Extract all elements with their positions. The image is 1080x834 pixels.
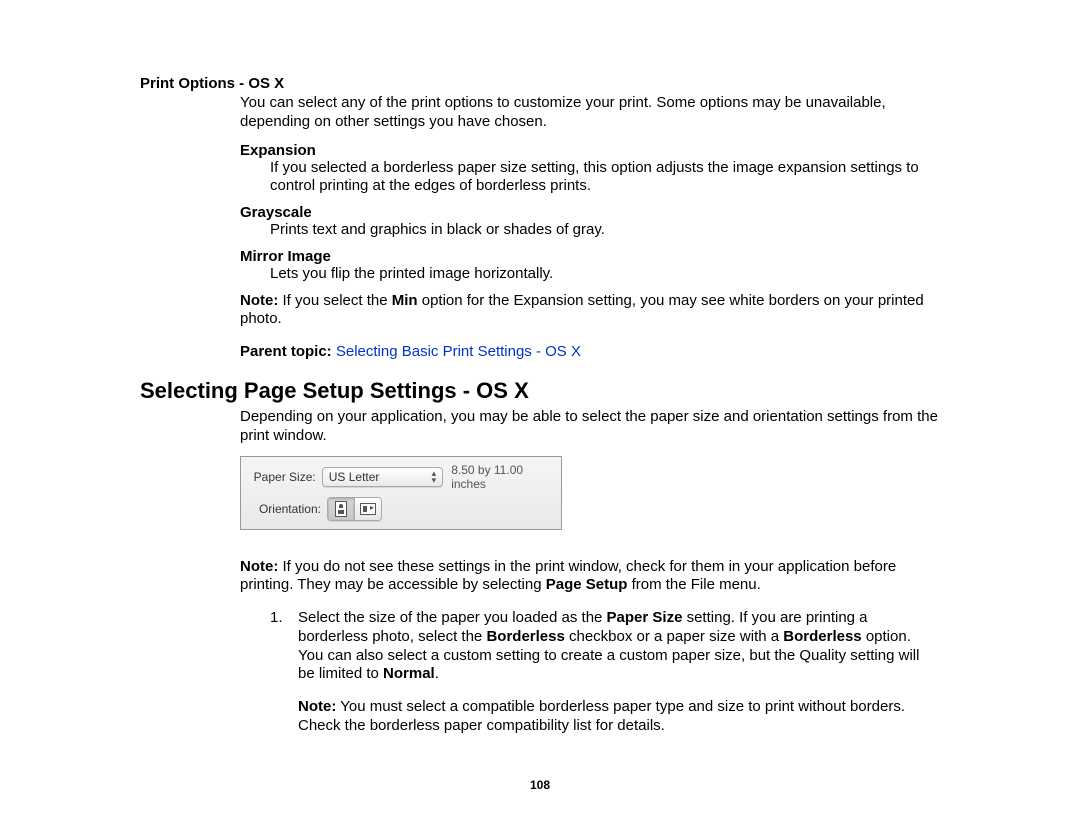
step-1-number: 1. bbox=[270, 609, 298, 684]
paper-size-value: US Letter bbox=[329, 470, 432, 484]
stepper-arrows-icon: ▴▾ bbox=[432, 470, 437, 484]
step1-b4: Normal bbox=[383, 665, 435, 682]
parent-topic: Parent topic: Selecting Basic Print Sett… bbox=[240, 343, 940, 360]
page-number: 108 bbox=[0, 778, 1080, 792]
note-bold-min: Min bbox=[392, 292, 418, 309]
option-title-grayscale: Grayscale bbox=[240, 204, 940, 221]
portrait-icon bbox=[335, 501, 347, 517]
step1-b3: Borderless bbox=[783, 628, 861, 645]
option-title-mirror: Mirror Image bbox=[240, 248, 940, 265]
intro-text: You can select any of the print options … bbox=[240, 94, 940, 132]
note-text-pre: If you select the bbox=[278, 292, 391, 309]
note-page-setup: Note: If you do not see these settings i… bbox=[240, 558, 940, 596]
landscape-icon bbox=[360, 503, 376, 515]
step1-b1: Paper Size bbox=[607, 609, 683, 626]
orientation-portrait-button[interactable] bbox=[328, 498, 355, 520]
step1-note-text: You must select a compatible borderless … bbox=[298, 698, 905, 734]
orientation-label: Orientation: bbox=[249, 502, 327, 516]
paper-dimensions: 8.50 by 11.00 inches bbox=[451, 463, 553, 491]
page-setup-figure: Paper Size: US Letter ▴▾ 8.50 by 11.00 i… bbox=[240, 456, 562, 530]
option-desc-expansion: If you selected a borderless paper size … bbox=[270, 159, 940, 197]
document-page: Print Options - OS X You can select any … bbox=[0, 0, 1080, 834]
step1-t1: Select the size of the paper you loaded … bbox=[298, 609, 607, 626]
page-setup-intro: Depending on your application, you may b… bbox=[240, 408, 940, 446]
step-1-body: Select the size of the paper you loaded … bbox=[298, 609, 940, 684]
step-1-note: Note: You must select a compatible borde… bbox=[298, 698, 940, 736]
heading-page-setup: Selecting Page Setup Settings - OS X bbox=[140, 378, 940, 404]
note2-bold: Page Setup bbox=[546, 576, 628, 593]
note-label-2: Note: bbox=[240, 558, 278, 575]
step1-b2: Borderless bbox=[486, 628, 564, 645]
orientation-landscape-button[interactable] bbox=[355, 498, 381, 520]
note-expansion-min: Note: If you select the Min option for t… bbox=[240, 292, 940, 330]
parent-topic-link[interactable]: Selecting Basic Print Settings - OS X bbox=[336, 343, 581, 360]
option-desc-mirror: Lets you flip the printed image horizont… bbox=[270, 265, 940, 284]
paper-size-dropdown[interactable]: US Letter ▴▾ bbox=[322, 467, 443, 487]
step-1: 1. Select the size of the paper you load… bbox=[270, 609, 940, 684]
step1-t5: . bbox=[435, 665, 439, 682]
note2-post: from the File menu. bbox=[627, 576, 760, 593]
option-desc-grayscale: Prints text and graphics in black or sha… bbox=[270, 221, 940, 240]
step1-t3: checkbox or a paper size with a bbox=[565, 628, 783, 645]
step1-note-label: Note: bbox=[298, 698, 336, 715]
note-label: Note: bbox=[240, 292, 278, 309]
paper-size-label: Paper Size: bbox=[249, 470, 322, 484]
option-title-expansion: Expansion bbox=[240, 142, 940, 159]
parent-topic-label: Parent topic: bbox=[240, 343, 332, 360]
orientation-toggle bbox=[327, 497, 382, 521]
section-title-print-options: Print Options - OS X bbox=[140, 75, 940, 92]
